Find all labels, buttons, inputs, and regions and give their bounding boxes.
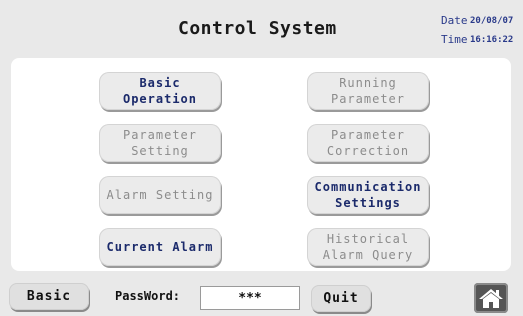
header-bar: Control System Date 20/08/07 Time 16:16:… (0, 0, 523, 56)
current-alarm-button[interactable]: Current Alarm (99, 228, 221, 266)
date-value: 20/08/07 (470, 16, 514, 26)
parameter-correction-button[interactable]: Parameter Correction (307, 124, 429, 162)
home-icon (478, 287, 504, 309)
date-label: Date (441, 14, 468, 27)
basic-operation-button[interactable]: Basic Operation (99, 72, 221, 110)
page-title: Control System (178, 18, 337, 39)
password-label: PassWord: (115, 289, 181, 303)
alarm-setting-button[interactable]: Alarm Setting (99, 176, 221, 214)
parameter-setting-button[interactable]: Parameter Setting (99, 124, 221, 162)
home-button[interactable] (474, 283, 508, 313)
menu-panel: Basic Operation Running Parameter Parame… (11, 58, 511, 271)
password-field[interactable]: *** (200, 286, 300, 310)
running-parameter-button[interactable]: Running Parameter (307, 72, 429, 110)
basic-button[interactable]: Basic (9, 283, 89, 310)
time-value: 16:16:22 (470, 35, 514, 45)
quit-button[interactable]: Quit (311, 285, 371, 312)
historical-alarm-query-button[interactable]: Historical Alarm Query (307, 228, 429, 266)
time-label: Time (441, 33, 468, 46)
communication-settings-button[interactable]: Communication Settings (307, 176, 429, 214)
